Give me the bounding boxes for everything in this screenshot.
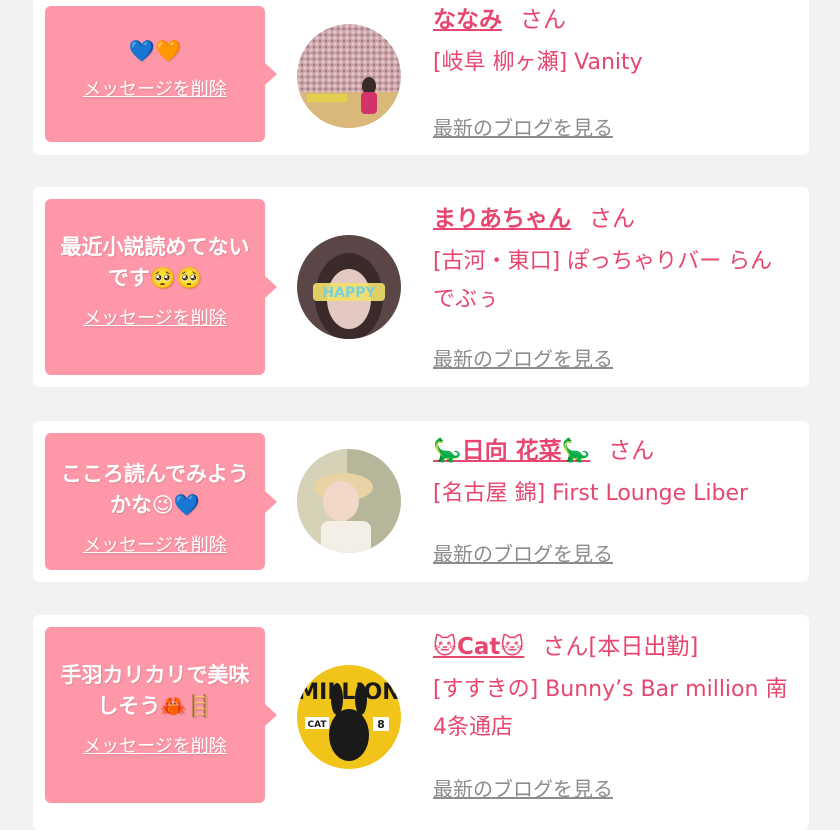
avatar-photo: HAPPY (297, 235, 401, 339)
delete-message-link[interactable]: メッセージを削除 (55, 531, 255, 557)
name-suffix: さん[本日出勤] (542, 634, 699, 660)
message-card: 最近小説読めてないです🥺🥺 メッセージを削除 HAPPY まりあちゃん さん [古… (33, 187, 809, 387)
shop-name: [すすきの] Bunny’s Bar million 南4条通店 (433, 677, 788, 740)
avatar-brand-text: MILLION (297, 680, 400, 705)
delete-message-link[interactable]: メッセージを削除 (55, 732, 255, 758)
name-line: ななみ さん (433, 4, 793, 36)
message-card: 手羽カリカリで美味しそう🦀🪜 メッセージを削除 MILLION CAT 8 🐱C… (33, 615, 809, 830)
avatar[interactable] (297, 449, 401, 553)
message-card: 💙🧡 メッセージを削除 ななみ さん [岐阜 柳ヶ瀬] Vanity 最新のブログ… (33, 0, 809, 155)
card-info: ななみ さん [岐阜 柳ヶ瀬] Vanity (433, 4, 793, 82)
message-text: 最近小説読めてないです🥺🥺 (60, 235, 250, 290)
name-line: まりあちゃん さん (433, 203, 793, 235)
cast-name-link[interactable]: まりあちゃん (433, 206, 571, 232)
shop-name: [岐阜 柳ヶ瀬] Vanity (433, 50, 643, 75)
name-line: 🦕日向 花菜🦕 さん (433, 435, 793, 467)
message-text: こころ読んでみようかな😉💙 (61, 462, 249, 517)
card-info: 🐱Cat🐱 さん[本日出勤] [すすきの] Bunny’s Bar million… (433, 631, 793, 747)
delete-message-link[interactable]: メッセージを削除 (55, 75, 255, 101)
name-suffix: さん (520, 7, 566, 33)
message-bubble: 💙🧡 メッセージを削除 (45, 6, 277, 142)
message-text: 手羽カリカリで美味しそう🦀🪜 (60, 663, 250, 718)
avatar-photo (297, 24, 401, 128)
shop-name: [古河・東口] ぽっちゃりバー らんでぶぅ (433, 249, 773, 312)
message-bubble: 手羽カリカリで美味しそう🦀🪜 メッセージを削除 (45, 627, 277, 803)
message-card: こころ読んでみようかな😉💙 メッセージを削除 🦕日向 花菜🦕 さん [名古屋 錦]… (33, 421, 809, 582)
message-text: 💙🧡 (128, 39, 182, 63)
card-info: まりあちゃん さん [古河・東口] ぽっちゃりバー らんでぶぅ (433, 203, 793, 319)
svg-text:HAPPY: HAPPY (322, 285, 376, 301)
avatar[interactable]: HAPPY (297, 235, 401, 339)
avatar-photo: MILLION CAT 8 (297, 665, 401, 769)
cast-name-link[interactable]: 🐱Cat🐱 (433, 634, 524, 660)
latest-blog-link[interactable]: 最新のブログを見る (433, 773, 613, 802)
svg-text:8: 8 (377, 718, 385, 731)
delete-message-link[interactable]: メッセージを削除 (55, 304, 255, 330)
shop-name: [名古屋 錦] First Lounge Liber (433, 481, 749, 506)
message-bubble: 最近小説読めてないです🥺🥺 メッセージを削除 (45, 199, 277, 375)
name-suffix: さん (608, 438, 655, 464)
card-info: 🦕日向 花菜🦕 さん [名古屋 錦] First Lounge Liber (433, 435, 793, 513)
message-bubble: こころ読んでみようかな😉💙 メッセージを削除 (45, 433, 277, 570)
name-line: 🐱Cat🐱 さん[本日出勤] (433, 631, 793, 663)
svg-text:CAT: CAT (307, 720, 327, 730)
cast-name-link[interactable]: ななみ (433, 7, 502, 33)
cast-name-link[interactable]: 🦕日向 花菜🦕 (433, 438, 590, 464)
avatar[interactable]: MILLION CAT 8 (297, 665, 401, 769)
latest-blog-link[interactable]: 最新のブログを見る (433, 112, 613, 141)
avatar[interactable] (297, 24, 401, 128)
latest-blog-link[interactable]: 最新のブログを見る (433, 538, 613, 567)
avatar-photo (297, 449, 401, 553)
latest-blog-link[interactable]: 最新のブログを見る (433, 343, 613, 372)
name-suffix: さん (589, 206, 635, 232)
